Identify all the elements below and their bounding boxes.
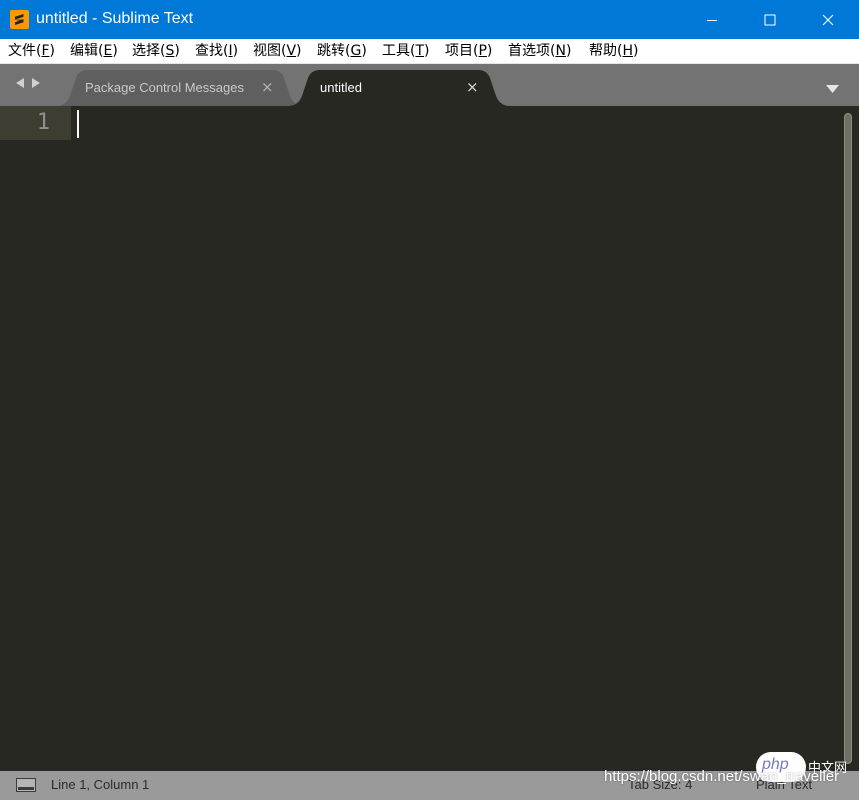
minimize-button[interactable] [683,0,741,39]
tab-package-control-messages[interactable]: Package Control Messages × [56,70,304,106]
menu-find[interactable]: 查找(I) [195,41,238,61]
tab-label: untitled [320,80,362,95]
arrow-left-icon[interactable] [14,77,25,89]
close-button[interactable] [799,0,857,39]
window-title: untitled - Sublime Text [36,10,194,27]
editor-area[interactable]: 1 [0,106,859,771]
menu-project[interactable]: 项目(P) [445,41,492,61]
menu-goto[interactable]: 跳转(G) [317,41,367,61]
vertical-scrollbar[interactable] [843,111,853,766]
menu-selection[interactable]: 选择(S) [132,41,180,61]
menu-bar: 文件(F) 编辑(E) 选择(S) 查找(I) 视图(V) 跳转(G) 工具(T… [0,39,859,64]
sublime-logo-icon [10,10,29,29]
menu-help[interactable]: 帮助(H) [589,41,638,61]
watermark-url: https://blog.csdn.net/swan_traveller [604,768,840,785]
line-number: 1 [36,110,50,135]
panel-toggle-icon[interactable] [16,778,36,792]
tab-navigation [14,77,42,89]
title-bar: untitled - Sublime Text [0,0,859,39]
menu-edit[interactable]: 编辑(E) [70,41,118,61]
tab-label: Package Control Messages [85,80,244,95]
current-line-gutter: 1 [0,106,71,140]
tab-untitled[interactable]: untitled × [288,70,510,106]
tab-dropdown-button[interactable] [826,79,839,98]
minimize-icon [707,19,717,21]
maximize-icon [764,14,776,25]
arrow-right-icon[interactable] [31,77,42,89]
maximize-button[interactable] [741,0,799,39]
menu-file[interactable]: 文件(F) [8,41,55,61]
tab-bar: Package Control Messages × untitled × [0,64,859,106]
scrollbar-thumb[interactable] [844,113,852,764]
tab-close-icon[interactable]: × [261,79,274,95]
menu-tools[interactable]: 工具(T) [382,41,430,61]
menu-preferences[interactable]: 首选项(N) [508,41,571,61]
chevron-down-icon [826,85,839,93]
menu-view[interactable]: 视图(V) [253,41,302,61]
close-icon [822,14,834,25]
tab-close-icon[interactable]: × [466,79,479,95]
cursor-position: Line 1, Column 1 [51,777,150,792]
text-caret [77,110,79,138]
